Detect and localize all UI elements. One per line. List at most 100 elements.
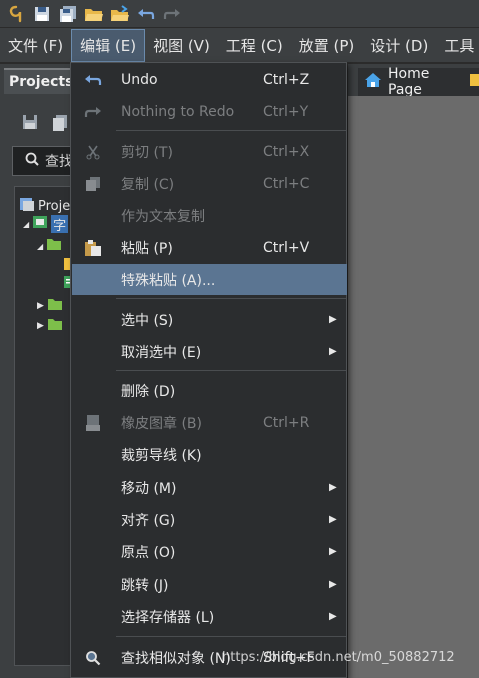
menu-item-label: 原点 (O) — [121, 544, 176, 561]
menu-item-label: 裁剪导线 (K) — [121, 447, 202, 464]
save-icon[interactable] — [22, 114, 38, 136]
projects-panel-tab[interactable]: Projects — [4, 68, 74, 94]
menu-item-label: Nothing to Redo — [121, 103, 235, 120]
menu-item-label: 特殊粘贴 (A)... — [121, 272, 216, 289]
menu-item-redo[interactable]: Nothing to Redo Ctrl+Y — [72, 96, 347, 127]
menu-item-shortcut: Ctrl+V — [263, 239, 310, 256]
menu-item-label: 剪切 (T) — [121, 144, 173, 161]
menu-separator — [116, 636, 346, 637]
cut-icon — [82, 141, 104, 163]
app-logo-icon[interactable] — [4, 2, 28, 26]
menu-item-paste[interactable]: 粘贴 (P) Ctrl+V — [72, 232, 347, 263]
menu-item-label: 查找相似对象 (N) — [121, 650, 231, 667]
menu-item-label: 跳转 (J) — [121, 577, 169, 594]
projects-panel-toolbar — [22, 114, 68, 136]
submenu-arrow-icon: ▶ — [329, 579, 337, 590]
submenu-arrow-icon: ▶ — [329, 546, 337, 557]
home-icon — [364, 72, 382, 92]
projects-panel: Projects 查找 Proje ◢ 字 ◢ ▶ ▶ — [0, 64, 76, 678]
search-icon — [82, 647, 104, 669]
menu-item-shortcut: Ctrl+R — [263, 414, 310, 431]
document-tabbar: Home Page — [348, 64, 479, 98]
projects-search[interactable]: 查找 — [12, 146, 76, 176]
menu-item-select-memory[interactable]: 选择存储器 (L) ▶ — [72, 601, 347, 632]
menu-separator — [116, 130, 346, 131]
document-icon[interactable] — [52, 114, 68, 136]
copy-icon — [82, 173, 104, 195]
pcb-project-icon — [32, 215, 48, 233]
menu-item-origin[interactable]: 原点 (O) ▶ — [72, 536, 347, 567]
folder-icon — [47, 317, 63, 335]
save-icon[interactable] — [30, 2, 54, 26]
expand-arrow-icon[interactable]: ◢ — [37, 242, 43, 251]
menu-project[interactable]: 工程 (C) — [218, 28, 291, 63]
menu-item-label: 复制 (C) — [121, 176, 175, 193]
workspace-icon — [19, 197, 35, 215]
open-folder-icon[interactable] — [82, 2, 106, 26]
expand-arrow-icon[interactable]: ◢ — [23, 220, 29, 229]
menu-item-label: 选中 (S) — [121, 312, 174, 329]
tab-home-page[interactable]: Home Page — [358, 66, 479, 98]
tab-label: Home Page — [388, 66, 430, 98]
menu-item-select[interactable]: 选中 (S) ▶ — [72, 304, 347, 335]
menu-item-label: 选择存储器 (L) — [121, 609, 215, 626]
menu-edit[interactable]: 编辑 (E) — [71, 28, 146, 62]
redo-icon[interactable] — [160, 2, 184, 26]
menu-item-label: 粘贴 (P) — [121, 240, 173, 257]
save-all-icon[interactable] — [56, 2, 80, 26]
folder-icon — [46, 237, 62, 255]
menu-item-jump[interactable]: 跳转 (J) ▶ — [72, 569, 347, 600]
menu-item-label: 移动 (M) — [121, 480, 177, 497]
menu-item-cut[interactable]: 剪切 (T) Ctrl+X — [72, 136, 347, 167]
menu-item-copy-as-text[interactable]: 作为文本复制 — [72, 200, 347, 231]
undo-icon — [82, 69, 104, 91]
menu-item-label: 作为文本复制 — [121, 208, 205, 225]
redo-icon — [82, 101, 104, 123]
menu-item-deselect[interactable]: 取消选中 (E) ▶ — [72, 336, 347, 367]
tree-folder-2[interactable]: ▶ — [37, 297, 63, 315]
tree-item-workspace[interactable]: Proje — [19, 197, 70, 215]
menu-item-break-wire[interactable]: 裁剪导线 (K) — [72, 439, 347, 470]
collapse-arrow-icon[interactable]: ▶ — [37, 321, 44, 331]
menu-design[interactable]: 设计 (D) — [362, 28, 436, 63]
schematic-doc-icon — [469, 73, 479, 91]
menu-item-copy[interactable]: 复制 (C) Ctrl+C — [72, 168, 347, 199]
menu-item-undo[interactable]: Undo Ctrl+Z — [72, 64, 347, 95]
edit-menu-dropdown: Undo Ctrl+Z Nothing to Redo Ctrl+Y 剪切 (T… — [70, 62, 347, 678]
menu-separator — [116, 298, 346, 299]
menu-separator — [116, 370, 346, 371]
submenu-arrow-icon: ▶ — [329, 482, 337, 493]
menu-item-move[interactable]: 移动 (M) ▶ — [72, 472, 347, 503]
menu-view[interactable]: 视图 (V) — [145, 28, 218, 63]
tree-item-label: 字 — [51, 215, 69, 233]
rubber-stamp-icon — [82, 412, 104, 434]
search-icon — [25, 152, 39, 170]
tree-item-project[interactable]: ◢ 字 — [23, 215, 69, 233]
menu-tools[interactable]: 工具 — [436, 28, 479, 63]
menu-item-shortcut: Ctrl+C — [263, 175, 310, 192]
menu-place[interactable]: 放置 (P) — [291, 28, 363, 63]
submenu-arrow-icon: ▶ — [329, 314, 337, 325]
folder-icon — [47, 297, 63, 315]
search-placeholder: 查找 — [45, 154, 73, 170]
submenu-arrow-icon: ▶ — [329, 514, 337, 525]
menu-item-label: 取消选中 (E) — [121, 344, 202, 361]
collapse-arrow-icon[interactable]: ▶ — [37, 301, 44, 311]
menu-item-paste-special[interactable]: 特殊粘贴 (A)... — [72, 264, 347, 295]
menu-item-align[interactable]: 对齐 (G) ▶ — [72, 504, 347, 535]
open-project-icon[interactable] — [108, 2, 132, 26]
menu-item-label: Undo — [121, 71, 158, 88]
project-tree: Proje ◢ 字 ◢ ▶ ▶ — [14, 186, 76, 666]
quick-access-toolbar — [0, 0, 479, 28]
document-area[interactable] — [348, 96, 479, 678]
menu-item-label: 对齐 (G) — [121, 512, 176, 529]
menu-item-delete[interactable]: 删除 (D) — [72, 375, 347, 406]
tree-folder-3[interactable]: ▶ — [37, 317, 63, 335]
watermark-text: https://blog.csdn.net/m0_50882712 — [222, 650, 455, 665]
menu-file[interactable]: 文件 (F) — [0, 28, 71, 63]
menu-item-rubber-stamp[interactable]: 橡皮图章 (B) Ctrl+R — [72, 407, 347, 438]
menu-item-label: 删除 (D) — [121, 383, 176, 400]
tree-folder-1[interactable]: ◢ — [37, 237, 62, 255]
paste-icon — [82, 237, 104, 259]
undo-icon[interactable] — [134, 2, 158, 26]
